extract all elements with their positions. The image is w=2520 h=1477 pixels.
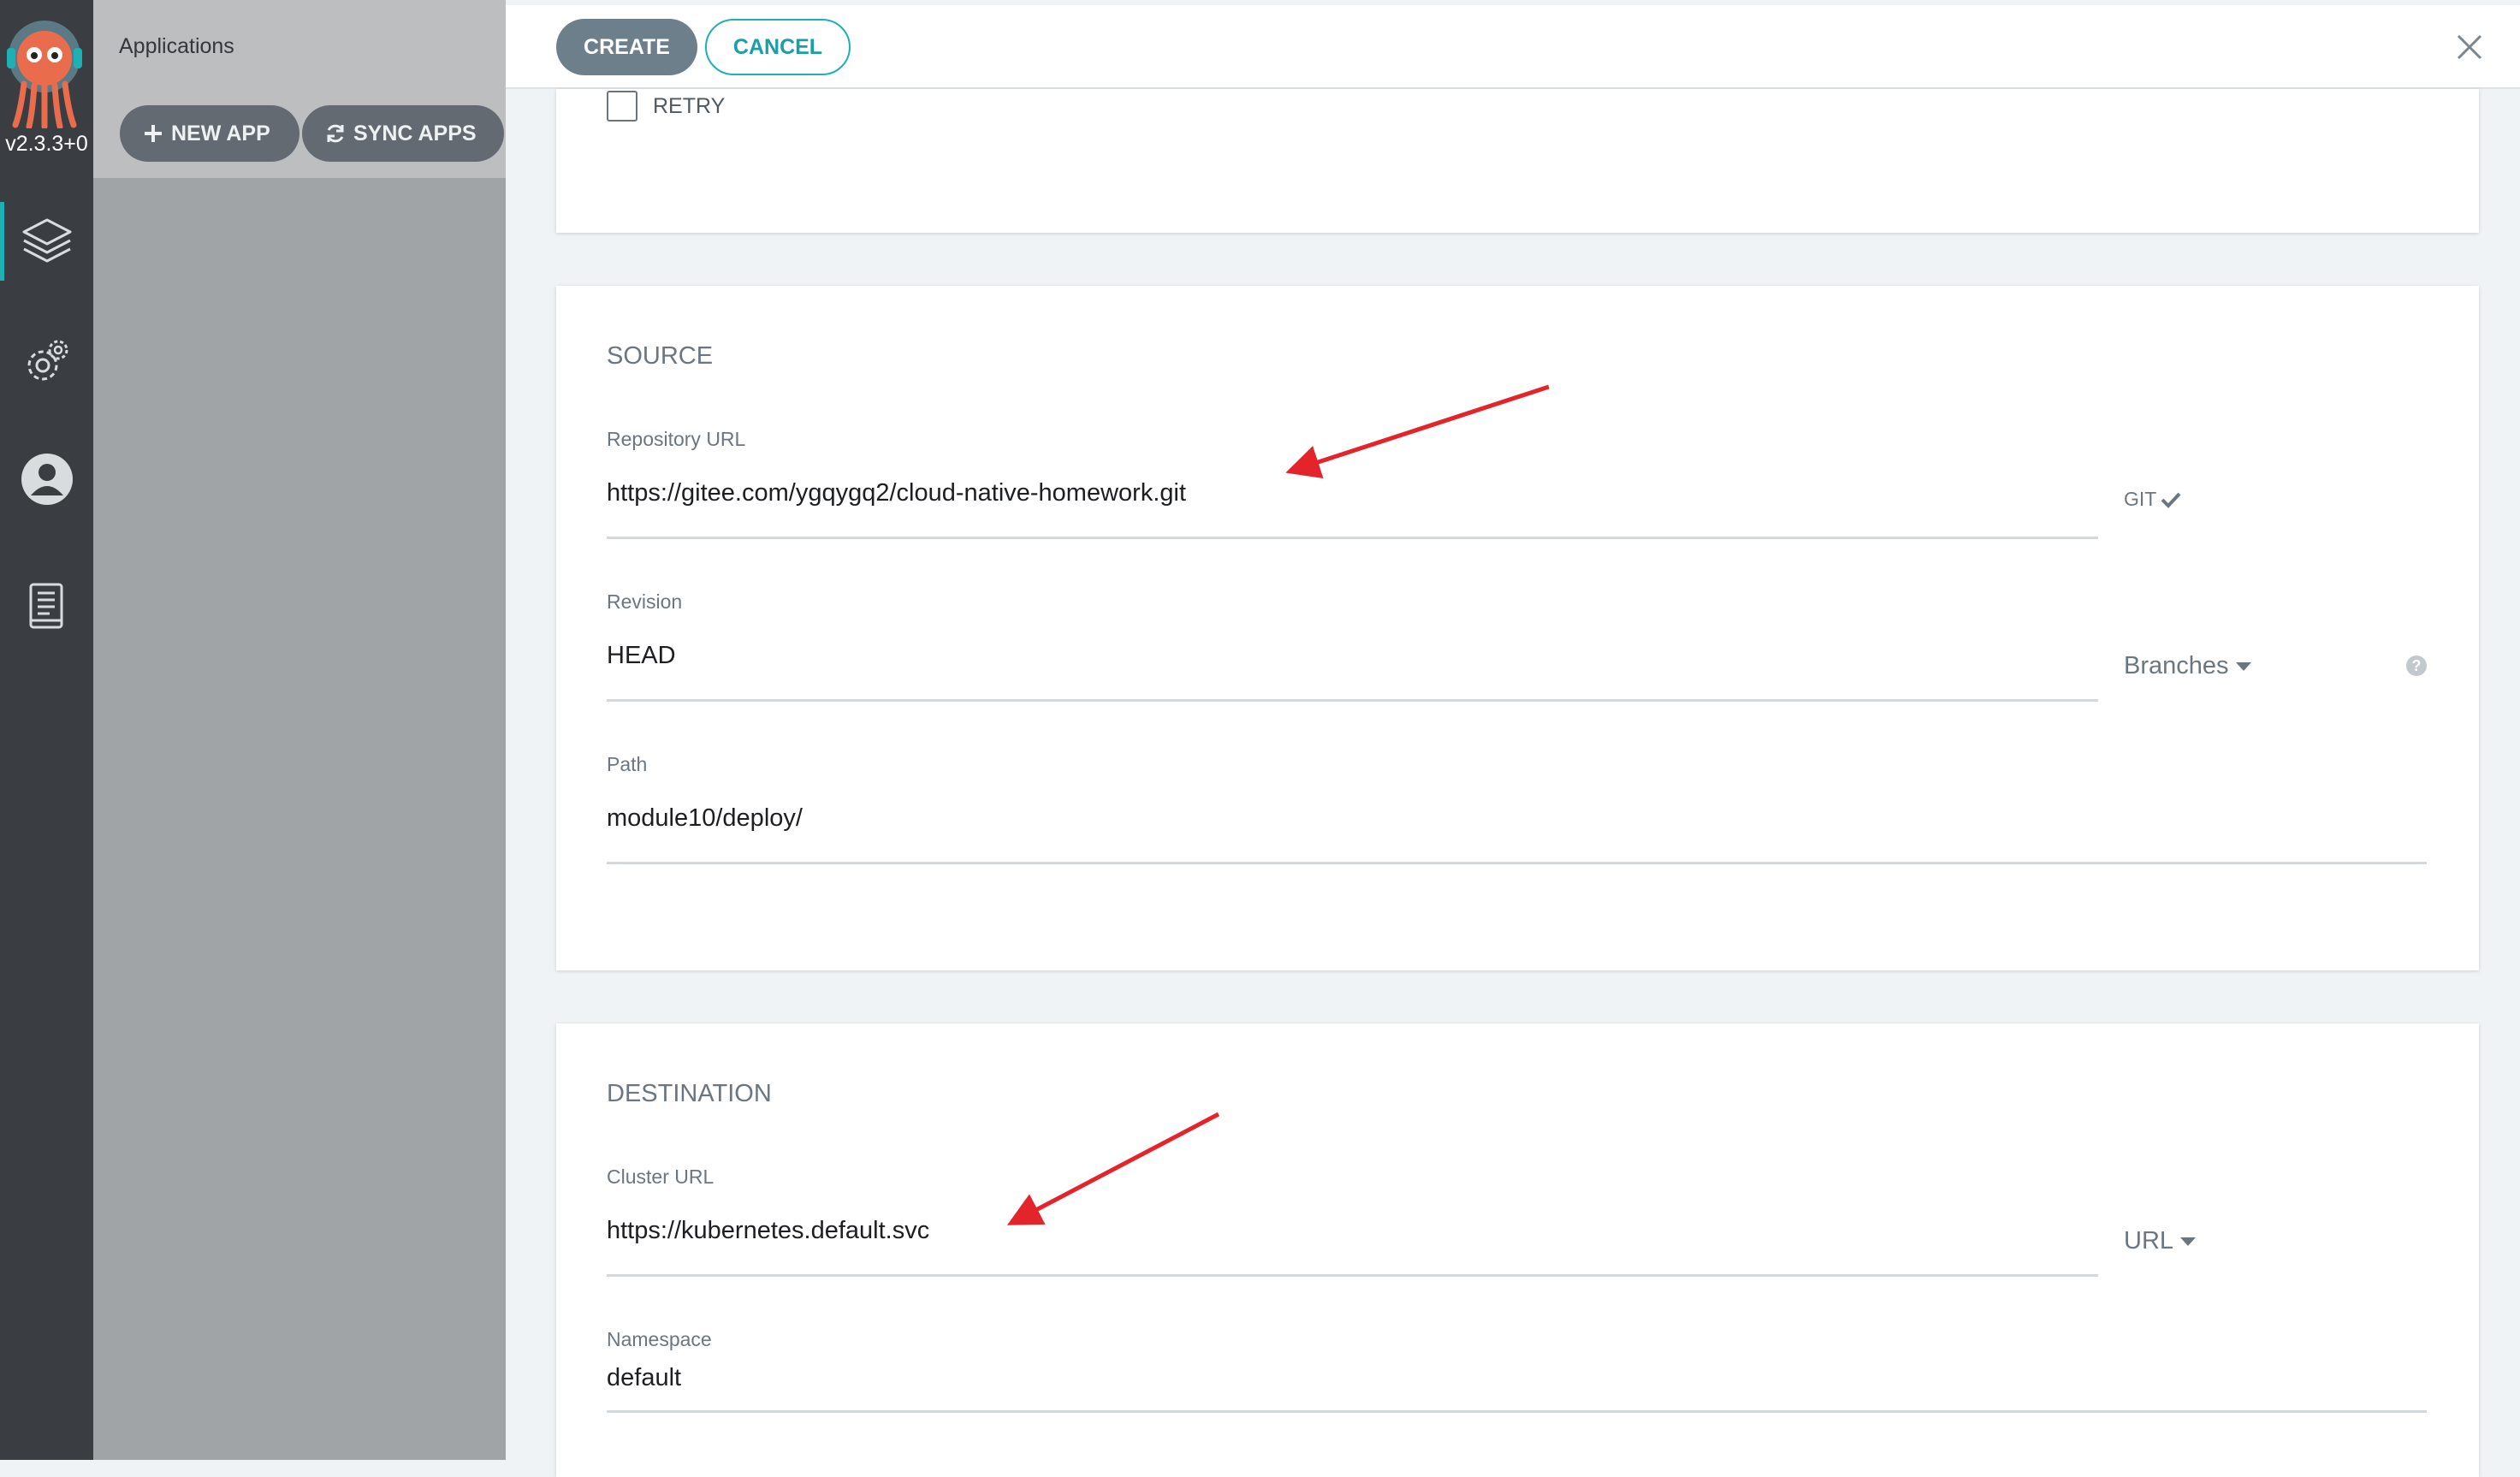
revision-underline — [607, 699, 2098, 702]
sync-icon — [327, 124, 344, 143]
repo-type-label: GIT — [2124, 488, 2157, 510]
cluster-mode-dropdown[interactable]: URL — [2124, 1227, 2197, 1255]
retry-checkbox[interactable] — [607, 91, 637, 122]
applications-panel: Applications NEW APP SYNC APPS — [93, 0, 506, 1460]
sync-policy-card: RETRY — [556, 89, 2479, 233]
repository-url-label: Repository URL — [607, 428, 746, 450]
destination-card: DESTINATION Cluster URL https://kubernet… — [556, 1023, 2479, 1477]
plus-icon — [145, 125, 162, 142]
path-input[interactable]: module10/deploy/ — [607, 804, 803, 833]
namespace-label: Namespace — [607, 1328, 712, 1350]
create-button[interactable]: CREATE — [556, 19, 697, 75]
nav-documentation[interactable] — [0, 563, 93, 649]
layers-icon — [22, 218, 71, 263]
nav-user-info[interactable] — [0, 436, 93, 522]
namespace-underline — [607, 1410, 2427, 1413]
sync-apps-button[interactable]: SYNC APPS — [302, 105, 504, 162]
repository-url-underline — [607, 537, 2098, 539]
chevron-down-icon — [2235, 661, 2251, 671]
cancel-button[interactable]: CANCEL — [705, 19, 851, 75]
create-app-panel: CREATE CANCEL RETRY SOURCE Repository UR… — [506, 0, 2520, 1477]
source-card: SOURCE Repository URL https://gitee.com/… — [556, 286, 2479, 970]
help-icon[interactable]: ? — [2406, 655, 2427, 676]
repo-type-indicator: GIT — [2124, 488, 2182, 511]
cluster-url-underline — [607, 1274, 2098, 1277]
argo-logo-icon[interactable] — [5, 17, 84, 128]
repository-url-input[interactable]: https://gitee.com/ygqygq2/cloud-native-h… — [607, 479, 1186, 507]
panel-header: CREATE CANCEL — [506, 5, 2520, 89]
cluster-mode-label: URL — [2124, 1227, 2174, 1255]
cluster-url-label: Cluster URL — [607, 1166, 714, 1188]
new-app-label: NEW APP — [171, 121, 270, 145]
page-title: Applications — [119, 34, 234, 58]
revision-mode-label: Branches — [2124, 652, 2229, 679]
revision-input[interactable]: HEAD — [607, 642, 676, 670]
close-icon[interactable] — [2450, 27, 2489, 67]
sidebar: v2.3.3+0 — [0, 0, 93, 1460]
nav-applications[interactable] — [0, 199, 93, 284]
destination-section-title: DESTINATION — [607, 1080, 772, 1107]
chevron-down-icon — [2180, 1237, 2197, 1246]
nav-settings[interactable] — [0, 318, 93, 404]
gear-icon — [27, 340, 68, 381]
retry-label: RETRY — [653, 94, 726, 118]
check-icon — [2161, 492, 2181, 508]
docs-icon — [29, 583, 62, 629]
source-section-title: SOURCE — [607, 342, 714, 370]
cluster-url-input[interactable]: https://kubernetes.default.svc — [607, 1217, 929, 1245]
applications-toolbar: Applications NEW APP SYNC APPS — [93, 0, 506, 178]
path-label: Path — [607, 753, 648, 775]
namespace-input[interactable]: default — [607, 1364, 681, 1392]
user-icon — [21, 454, 73, 505]
path-underline — [607, 862, 2427, 864]
sync-apps-label: SYNC APPS — [353, 121, 477, 145]
version-label: v2.3.3+0 — [5, 132, 88, 156]
new-app-button[interactable]: NEW APP — [120, 105, 299, 162]
revision-label: Revision — [607, 590, 683, 613]
revision-mode-dropdown[interactable]: Branches — [2124, 652, 2251, 680]
